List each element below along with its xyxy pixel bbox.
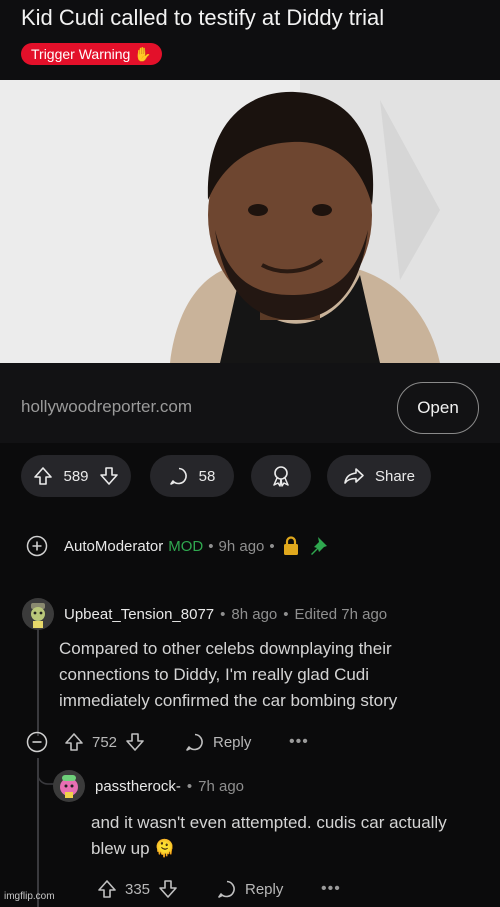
award-icon <box>273 466 289 487</box>
separator-dot: • <box>208 537 214 555</box>
comment2-body: and it wasn't even attempted. cudis car … <box>91 813 447 858</box>
post-flair[interactable]: Trigger Warning ✋ <box>21 43 162 65</box>
comment2-reply-label: Reply <box>245 880 284 898</box>
comment2-time: 7h ago <box>198 777 245 795</box>
comment2-vote-group: 335 <box>97 879 178 899</box>
share-label: Share <box>374 467 416 485</box>
post-title[interactable]: Kid Cudi called to testify at Diddy tria… <box>21 5 384 31</box>
comment2-vote-count: 335 <box>125 880 151 898</box>
separator-dot: • <box>186 777 193 795</box>
automod-time: 9h ago <box>218 537 265 555</box>
downvote-icon[interactable] <box>125 732 145 752</box>
avatar[interactable] <box>53 770 85 802</box>
separator-dot: • <box>283 605 289 623</box>
comments-button[interactable]: 58 <box>150 455 234 497</box>
reply-bubble-icon <box>186 733 203 751</box>
link-domain[interactable]: hollywoodreporter.com <box>21 397 192 417</box>
comment1-edited: Edited 7h ago <box>294 605 388 623</box>
comment1-reply-button[interactable]: Reply <box>185 732 251 752</box>
comment2-username[interactable]: passtherock- <box>95 778 181 795</box>
comment1-time: 8h ago <box>231 605 278 623</box>
watermark: imgflip.com <box>4 891 55 902</box>
more-options-icon[interactable]: ••• <box>289 733 309 751</box>
share-icon <box>344 468 364 484</box>
reply-bubble-icon <box>218 880 235 898</box>
thread-line[interactable] <box>37 628 39 736</box>
comment-count: 58 <box>198 467 216 485</box>
comment1-reply-label: Reply <box>213 733 252 751</box>
comment-bubble-icon <box>169 467 187 485</box>
automod-comment-header: AutoModerator MOD • 9h ago • <box>26 535 328 557</box>
open-link-button[interactable]: Open <box>397 382 479 434</box>
lock-icon <box>283 536 298 555</box>
comment1-username[interactable]: Upbeat_Tension_8077 <box>64 606 214 623</box>
collapse-minus-icon[interactable] <box>26 731 48 753</box>
avatar[interactable] <box>22 598 54 630</box>
upvote-icon[interactable] <box>33 466 53 486</box>
comment1-vote-count: 752 <box>92 733 118 751</box>
downvote-icon[interactable] <box>158 879 178 899</box>
automod-username[interactable]: AutoModerator <box>64 538 163 555</box>
downvote-icon[interactable] <box>99 466 119 486</box>
vote-pill: 589 <box>21 455 131 497</box>
pin-icon <box>310 537 327 555</box>
comment1-actions <box>26 731 48 753</box>
upvote-icon[interactable] <box>97 879 117 899</box>
comment1-vote-group: 752 <box>64 732 145 752</box>
award-button[interactable] <box>251 455 311 497</box>
comment1-body: Compared to other celebs downplaying the… <box>59 639 398 710</box>
upvote-count: 589 <box>63 467 89 485</box>
share-button[interactable]: Share <box>327 455 431 497</box>
expand-plus-icon[interactable] <box>26 535 48 557</box>
mod-badge: MOD <box>168 537 204 555</box>
more-options-icon[interactable]: ••• <box>321 880 341 898</box>
separator-dot: • <box>220 605 226 623</box>
separator-dot: • <box>269 537 275 555</box>
comment2-header: passtherock- • 7h ago <box>53 770 244 802</box>
comment2-reply-button[interactable]: Reply <box>217 879 283 899</box>
portrait-illustration <box>0 80 500 363</box>
upvote-icon[interactable] <box>64 732 84 752</box>
comment1-header: Upbeat_Tension_8077 • 8h ago • Edited 7h… <box>22 598 387 630</box>
post-thumbnail-image[interactable] <box>0 80 500 363</box>
